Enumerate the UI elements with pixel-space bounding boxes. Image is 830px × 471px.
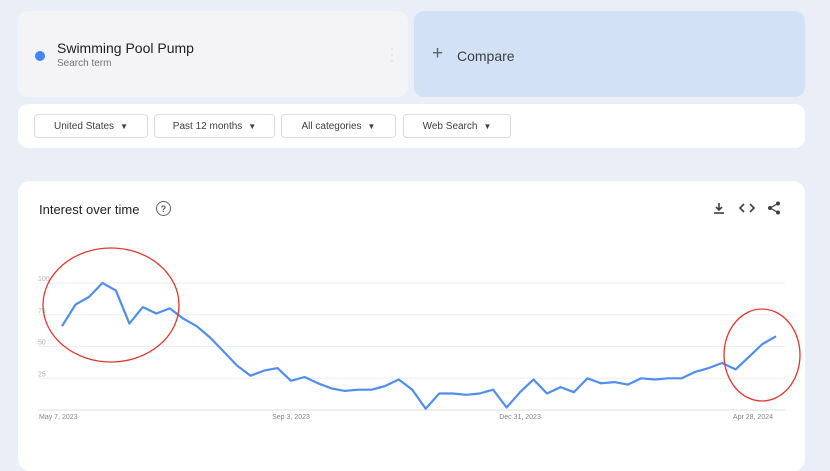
chevron-down-icon: ▼	[483, 121, 492, 131]
interest-line-chart: 255075100 May 7, 2023 Sep 3, 2023 Dec 31, …	[38, 247, 801, 421]
plus-icon: +	[432, 43, 444, 64]
y-tick-label: 75	[38, 308, 46, 315]
search-term-card[interactable]: Swimming Pool Pump Search term · · ·	[18, 11, 408, 97]
x-tick-label: May 7, 2023	[39, 414, 78, 421]
x-tick-label: Apr 28, 2024	[733, 414, 773, 421]
search-term-label: Swimming Pool Pump	[57, 40, 194, 56]
x-tick-label: Dec 31, 2023	[499, 414, 541, 421]
filter-bar: United States ▼ Past 12 months ▼ All cat…	[18, 104, 805, 148]
search-type-filter-label: Web Search	[422, 120, 478, 132]
series-line	[61, 281, 777, 410]
chevron-down-icon: ▼	[248, 121, 257, 131]
compare-button[interactable]: + Compare	[414, 11, 805, 97]
region-filter-label: United States	[54, 120, 115, 132]
category-filter[interactable]: All categories ▼	[281, 114, 396, 138]
category-filter-label: All categories	[301, 120, 362, 132]
compare-label: Compare	[457, 48, 515, 64]
region-filter[interactable]: United States ▼	[34, 114, 148, 138]
search-type-filter[interactable]: Web Search ▼	[403, 114, 511, 138]
time-range-filter[interactable]: Past 12 months ▼	[154, 114, 275, 138]
chevron-down-icon: ▼	[120, 121, 128, 131]
y-tick-label: 25	[38, 371, 46, 378]
time-range-filter-label: Past 12 months	[172, 120, 243, 132]
annotation-circle-recent	[723, 308, 801, 402]
interest-over-time-card: Interest over time ? 25 50 75 100 May 7, 20…	[18, 181, 805, 471]
term-color-dot	[35, 51, 45, 61]
annotation-circle-early	[42, 247, 180, 363]
y-tick-label: 50	[38, 340, 46, 347]
more-options-icon[interactable]: · · ·	[390, 42, 394, 66]
x-tick-label: Sep 3, 2023	[272, 414, 310, 421]
search-term-subtitle: Search term	[57, 58, 112, 69]
chevron-down-icon: ▼	[367, 121, 376, 131]
